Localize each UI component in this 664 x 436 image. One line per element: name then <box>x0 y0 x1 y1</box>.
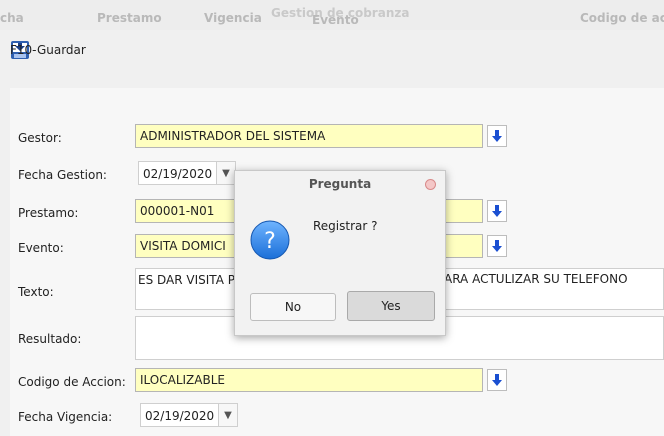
fecha-vigencia-label: Fecha Vigencia: <box>18 410 113 424</box>
save-button[interactable]: F10-Guardar <box>10 38 86 62</box>
codigo-accion-field[interactable]: ILOCALIZABLE <box>135 368 483 392</box>
grid-column-header: cha Prestamo Vigencia Gestion de cobranz… <box>0 0 664 30</box>
evento-label: Evento: <box>18 241 64 255</box>
fecha-vigencia-value[interactable]: 02/19/2020 <box>140 403 218 427</box>
gestor-label: Gestor: <box>18 131 62 145</box>
close-icon[interactable] <box>425 179 436 190</box>
fecha-gestion-datepicker[interactable]: 02/19/2020 ▼ <box>138 161 236 185</box>
dialog-message: Registrar ? <box>313 219 378 233</box>
svg-text:?: ? <box>264 229 276 254</box>
fecha-vigencia-datepicker[interactable]: 02/19/2020 ▼ <box>140 403 238 427</box>
arrow-down-icon <box>492 374 502 386</box>
texto-value-left: ES DAR VISITA P <box>138 273 235 287</box>
column-codigo[interactable]: Codigo de ac <box>580 11 664 25</box>
evento-picker-button[interactable] <box>487 235 507 257</box>
codigo-accion-label: Codigo de Accion: <box>18 375 126 389</box>
confirm-dialog: Pregunta ? Registrar ? No Yes <box>234 170 446 336</box>
gestor-field[interactable]: ADMINISTRADOR DEL SISTEMA <box>135 124 483 148</box>
gestor-picker-button[interactable] <box>487 125 507 147</box>
column-prestamo[interactable]: Prestamo <box>97 11 162 25</box>
prestamo-label: Prestamo: <box>18 206 79 220</box>
no-button[interactable]: No <box>250 293 336 321</box>
arrow-down-icon <box>492 240 502 252</box>
yes-button[interactable]: Yes <box>347 291 435 321</box>
fecha-gestion-label: Fecha Gestion: <box>18 168 107 182</box>
arrow-down-icon <box>492 205 502 217</box>
dialog-title: Pregunta <box>308 177 372 191</box>
codigo-accion-picker-button[interactable] <box>487 369 507 391</box>
toolbar: F10-Guardar <box>0 30 664 70</box>
chevron-down-icon[interactable]: ▼ <box>218 403 238 427</box>
column-fecha[interactable]: cha <box>0 11 24 25</box>
texto-label: Texto: <box>18 285 54 299</box>
fecha-gestion-value[interactable]: 02/19/2020 <box>138 161 216 185</box>
arrow-down-icon <box>492 130 502 142</box>
column-evento[interactable]: Evento <box>312 13 359 27</box>
save-button-label: F10-Guardar <box>10 43 86 57</box>
column-vigencia[interactable]: Vigencia <box>204 11 262 25</box>
question-icon: ? <box>250 220 290 260</box>
prestamo-picker-button[interactable] <box>487 200 507 222</box>
resultado-label: Resultado: <box>18 332 82 346</box>
texto-value-right: ARA ACTULIZAR SU TELEFONO <box>444 272 628 286</box>
chevron-down-icon[interactable]: ▼ <box>216 161 236 185</box>
